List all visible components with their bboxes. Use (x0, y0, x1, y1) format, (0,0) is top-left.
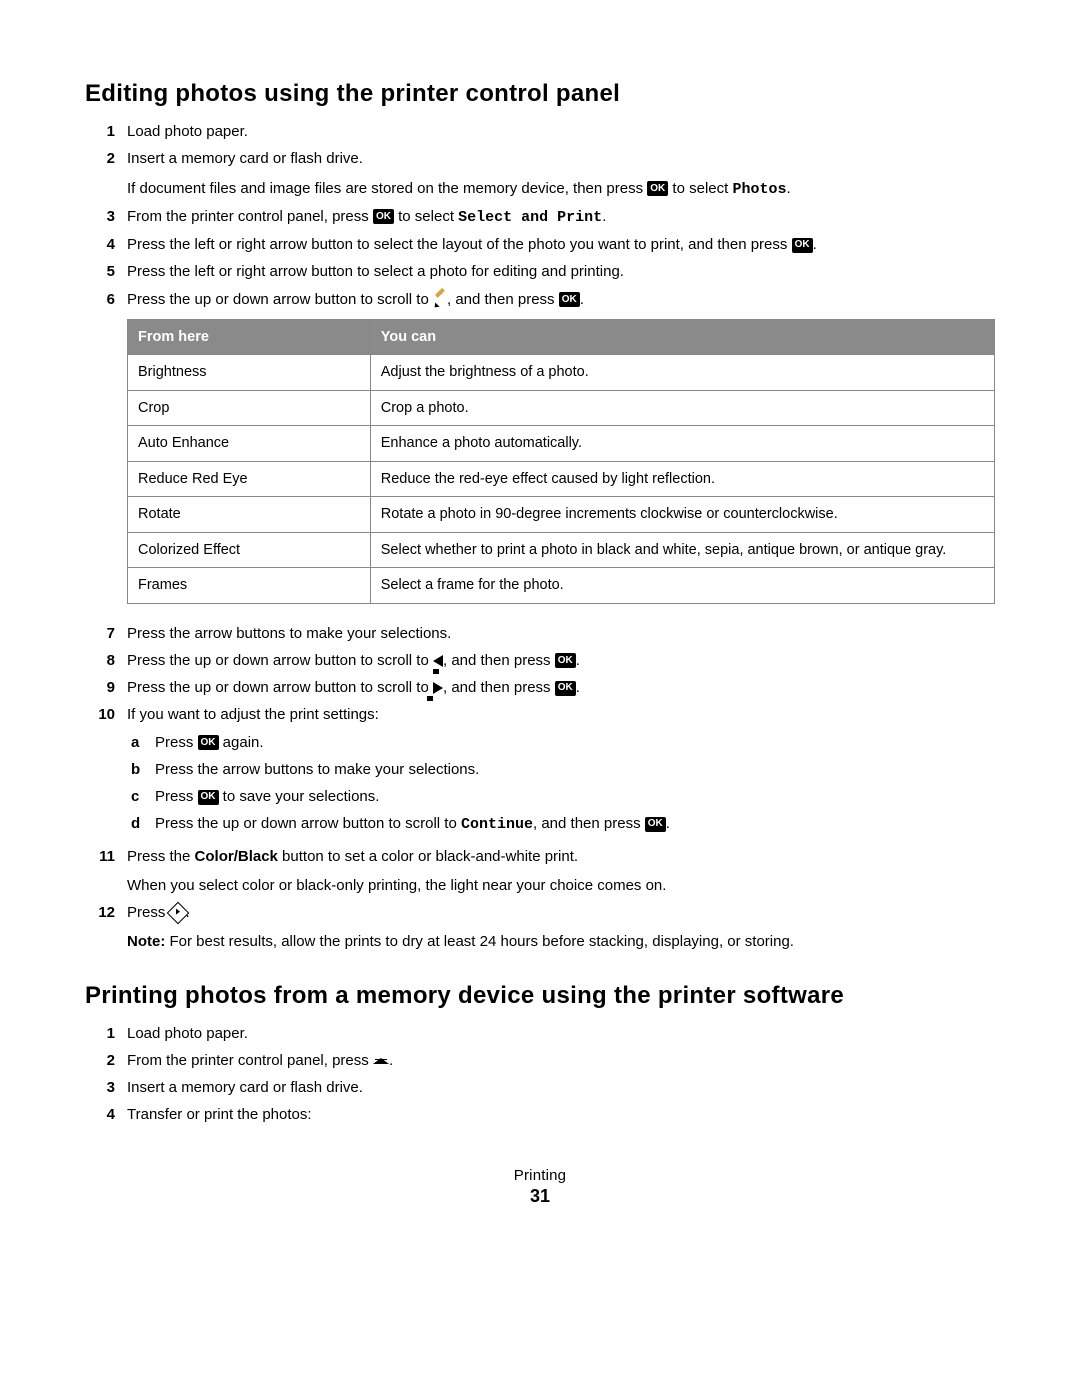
ok-icon: OK (645, 817, 666, 832)
footer-page-number: 31 (85, 1186, 995, 1207)
table-row: Reduce Red EyeReduce the red-eye effect … (128, 461, 995, 496)
ok-icon: OK (555, 653, 576, 668)
page-footer: Printing 31 (85, 1167, 995, 1207)
table-row: Auto EnhanceEnhance a photo automaticall… (128, 426, 995, 461)
b-step-2: 2 From the printer control panel, press … (85, 1049, 995, 1072)
steps-list-1: 1 Load photo paper. 2 Insert a memory ca… (85, 120, 995, 954)
b-step-1: 1 Load photo paper. (85, 1022, 995, 1045)
b-step-4: 4 Transfer or print the photos: (85, 1103, 995, 1126)
heading-printing-software: Printing photos from a memory device usi… (85, 982, 995, 1010)
table-row: CropCrop a photo. (128, 390, 995, 425)
step-8: 8 Press the up or down arrow button to s… (85, 649, 995, 672)
substep-c: c Press OK to save your selections. (127, 785, 995, 808)
editing-options-table: From here You can BrightnessAdjust the b… (127, 319, 995, 604)
substep-d: d Press the up or down arrow button to s… (127, 812, 995, 836)
step-6: 6 Press the up or down arrow button to s… (85, 288, 995, 618)
table-header-from-here: From here (128, 319, 371, 354)
substep-a: a Press OK again. (127, 731, 995, 754)
note-text: For best results, allow the prints to dr… (170, 933, 794, 950)
ok-icon: OK (198, 790, 219, 805)
step-9: 9 Press the up or down arrow button to s… (85, 676, 995, 699)
b-step-3: 3 Insert a memory card or flash drive. (85, 1076, 995, 1099)
substeps-list: a Press OK again. b Press the arrow butt… (127, 731, 995, 837)
step-7: 7 Press the arrow buttons to make your s… (85, 622, 995, 645)
step-3: 3 From the printer control panel, press … (85, 205, 995, 229)
step-1: 1 Load photo paper. (85, 120, 995, 143)
table-row: BrightnessAdjust the brightness of a pho… (128, 355, 995, 390)
arrow-left-icon (433, 652, 443, 669)
step-10: 10 If you want to adjust the print setti… (85, 703, 995, 840)
ok-icon: OK (198, 735, 219, 750)
footer-section-name: Printing (85, 1167, 995, 1184)
step-4: 4 Press the left or right arrow button t… (85, 233, 995, 256)
table-row: Colorized EffectSelect whether to print … (128, 532, 995, 567)
table-row: FramesSelect a frame for the photo. (128, 568, 995, 603)
pencil-icon (433, 293, 447, 307)
ok-icon: OK (559, 292, 580, 307)
step-5: 5 Press the left or right arrow button t… (85, 260, 995, 283)
ok-icon: OK (792, 238, 813, 253)
steps-list-2: 1 Load photo paper. 2 From the printer c… (85, 1022, 995, 1127)
heading-editing-photos: Editing photos using the printer control… (85, 80, 995, 108)
ok-icon: OK (647, 181, 668, 196)
home-icon (373, 1054, 389, 1068)
ok-icon: OK (555, 681, 576, 696)
step-11: 11 Press the Color/Black button to set a… (85, 845, 995, 898)
table-row: RotateRotate a photo in 90-degree increm… (128, 497, 995, 532)
step-2: 2 Insert a memory card or flash drive. I… (85, 147, 995, 201)
arrow-right-icon (433, 679, 443, 696)
step-12: 12 Press . Note: For best results, allow… (85, 901, 995, 954)
note-label: Note: (127, 933, 170, 950)
table-header-you-can: You can (370, 319, 994, 354)
document-page: Editing photos using the printer control… (0, 0, 1080, 1247)
ok-icon: OK (373, 209, 394, 224)
substep-b: b Press the arrow buttons to make your s… (127, 758, 995, 781)
